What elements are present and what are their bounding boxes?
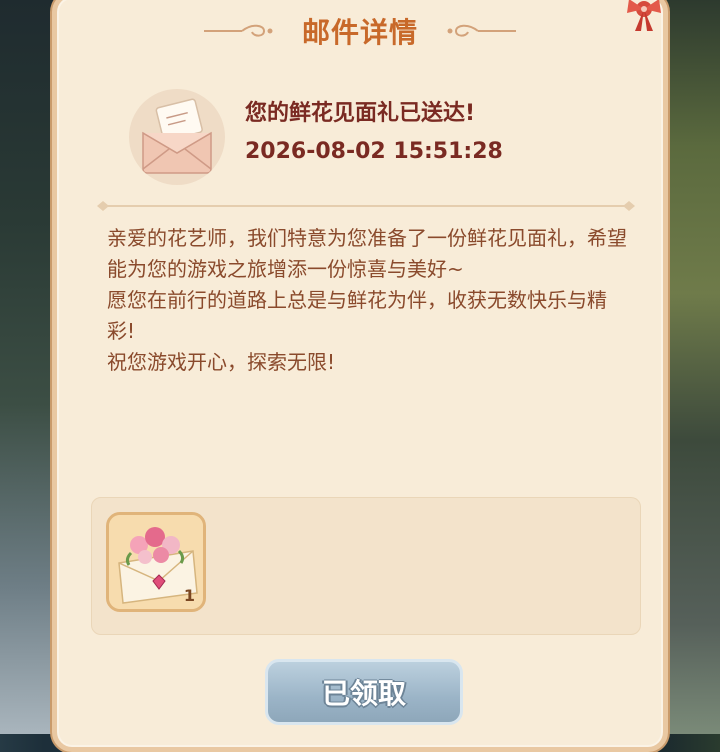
mail-header: 您的鲜花见面礼已送达! 2026-08-02 15:51:28 bbox=[125, 89, 645, 189]
content-divider bbox=[97, 201, 635, 211]
reward-quantity: 1 bbox=[183, 586, 195, 605]
mail-detail-dialog: 邮件详情 您的鲜花见面礼已送达! 2026-08-02 15:51:28 亲爱的… bbox=[52, 0, 668, 752]
claimed-button[interactable]: 已领取 bbox=[265, 659, 463, 725]
mail-body-paragraph: 祝您游戏开心，探索无限! bbox=[107, 350, 336, 374]
mail-datetime: 2026-08-02 15:51:28 bbox=[245, 139, 503, 164]
dialog-header: 邮件详情 bbox=[57, 11, 663, 51]
mail-subject: 您的鲜花见面礼已送达! bbox=[245, 101, 476, 126]
reward-attachments: 1 bbox=[91, 497, 641, 635]
mail-body: 亲爱的花艺师，我们特意为您准备了一份鲜花见面礼，希望能为您的游戏之旅增添一份惊喜… bbox=[107, 223, 627, 378]
background-scenery-left bbox=[0, 0, 60, 734]
dialog-title: 邮件详情 bbox=[301, 16, 418, 49]
mail-envelope-icon bbox=[129, 89, 225, 185]
mail-body-paragraph: 愿您在前行的道路上总是与鲜花为伴，收获无数快乐与精彩! bbox=[107, 288, 607, 343]
reward-item[interactable]: 1 bbox=[106, 512, 206, 612]
title-ornament-left-icon bbox=[203, 24, 273, 37]
title-ornament-right-icon bbox=[447, 24, 516, 37]
mail-body-paragraph: 亲爱的花艺师，我们特意为您准备了一份鲜花见面礼，希望能为您的游戏之旅增添一份惊喜… bbox=[107, 226, 627, 281]
background-scenery-right bbox=[660, 0, 720, 734]
